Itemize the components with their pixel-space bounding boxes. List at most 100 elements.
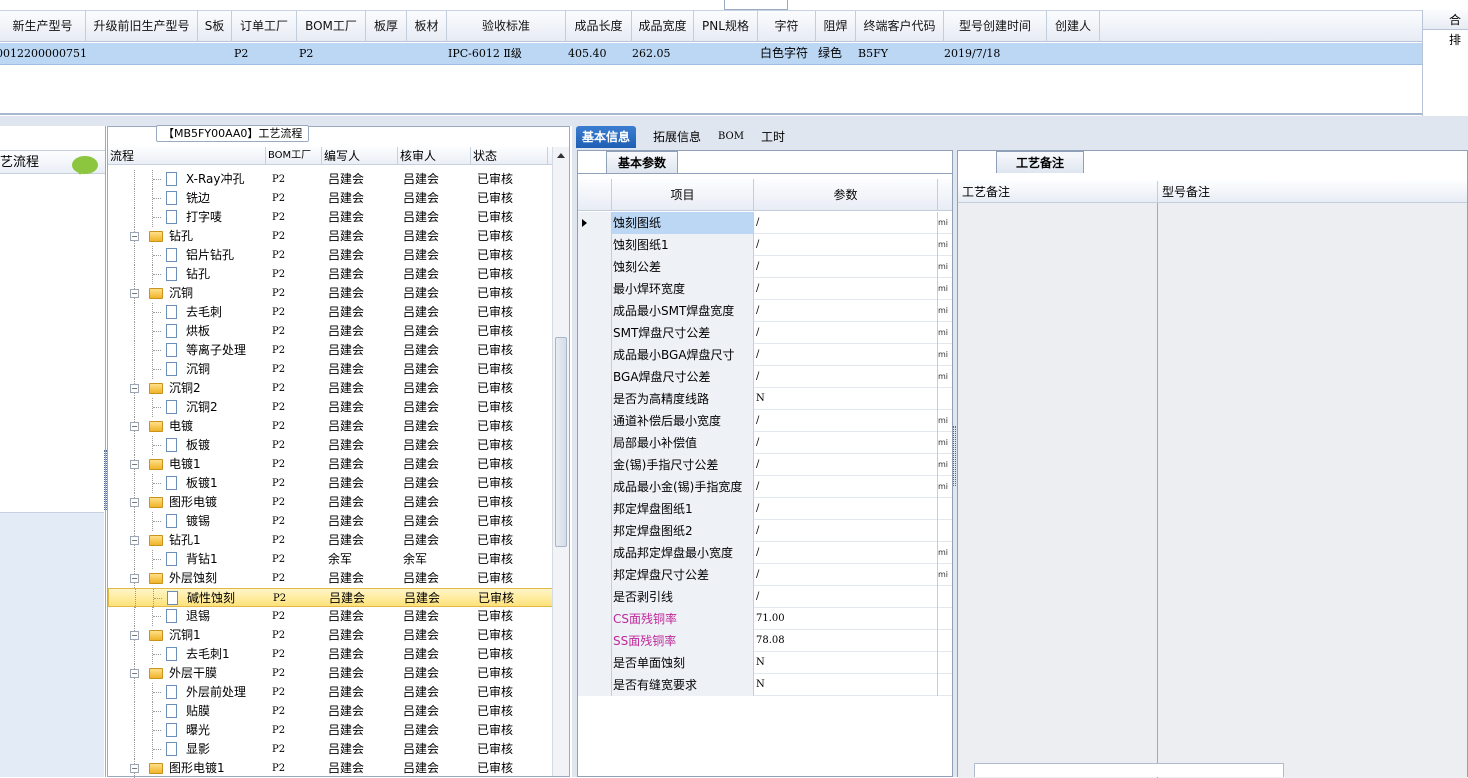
- collapse-icon[interactable]: −: [130, 631, 139, 640]
- row-indicator[interactable]: [578, 652, 612, 674]
- tree-row[interactable]: − 外层干膜 P2 吕建会 吕建会 已审核: [108, 664, 553, 683]
- model-notes-field[interactable]: [1158, 203, 1467, 778]
- tree-row[interactable]: 烘板 P2 吕建会 吕建会 已审核: [108, 322, 553, 341]
- header-col[interactable]: PNL规格: [694, 11, 758, 42]
- tree-row[interactable]: 外层前处理 P2 吕建会 吕建会 已审核: [108, 683, 553, 702]
- cell-standard[interactable]: IPC-6012 Ⅱ级: [448, 43, 571, 64]
- param-value[interactable]: /: [754, 476, 938, 498]
- tree-col-header[interactable]: BOM工厂: [266, 147, 322, 165]
- row-indicator[interactable]: [578, 674, 612, 696]
- param-row[interactable]: 邦定焊盘图纸2/: [578, 520, 952, 542]
- row-indicator[interactable]: [578, 300, 612, 322]
- param-value[interactable]: /: [754, 256, 938, 278]
- tree-row[interactable]: 铣边 P2 吕建会 吕建会 已审核: [108, 189, 553, 208]
- param-value[interactable]: /: [754, 564, 938, 586]
- param-value[interactable]: /: [754, 410, 938, 432]
- param-row[interactable]: 邦定焊盘图纸1/: [578, 498, 952, 520]
- tree-col-header[interactable]: 编写人: [322, 147, 398, 165]
- tree-col-header[interactable]: 流程: [108, 147, 266, 165]
- cell-customer-code[interactable]: B5FY: [858, 43, 950, 64]
- param-value[interactable]: /: [754, 586, 938, 608]
- param-value[interactable]: /: [754, 212, 938, 234]
- cell-old-model[interactable]: [86, 43, 202, 64]
- collapse-icon[interactable]: −: [130, 232, 139, 241]
- header-col[interactable]: S板: [198, 11, 232, 42]
- header-col[interactable]: 升级前旧生产型号: [86, 11, 198, 42]
- tab-basic-params[interactable]: 基本参数: [606, 151, 678, 173]
- param-value[interactable]: /: [754, 344, 938, 366]
- row-indicator[interactable]: [578, 278, 612, 300]
- param-value[interactable]: 78.08: [754, 630, 938, 652]
- tree-scrollbar[interactable]: [552, 147, 569, 776]
- param-value[interactable]: N: [754, 674, 938, 696]
- header-col[interactable]: 终端客户代码: [856, 11, 944, 42]
- row-indicator[interactable]: [578, 520, 612, 542]
- collapse-icon[interactable]: −: [130, 536, 139, 545]
- tab-3[interactable]: 工时: [756, 126, 790, 148]
- top-collapse-tab[interactable]: [724, 0, 788, 10]
- param-row[interactable]: SS面残铜率 78.08: [578, 630, 952, 652]
- tree-row[interactable]: 显影 P2 吕建会 吕建会 已审核: [108, 740, 553, 759]
- tree-row[interactable]: 去毛刺 P2 吕建会 吕建会 已审核: [108, 303, 553, 322]
- tree-row[interactable]: 板镀1 P2 吕建会 吕建会 已审核: [108, 474, 553, 493]
- row-indicator[interactable]: [578, 564, 612, 586]
- collapse-icon[interactable]: −: [130, 289, 139, 298]
- header-col[interactable]: 板材: [407, 11, 447, 42]
- cell-created[interactable]: 2019/7/18: [944, 43, 1051, 64]
- param-value[interactable]: /: [754, 432, 938, 454]
- cell-creator[interactable]: [1047, 43, 1104, 64]
- cell-thickness[interactable]: [366, 43, 411, 64]
- tree-row[interactable]: 钻孔 P2 吕建会 吕建会 已审核: [108, 265, 553, 284]
- param-row[interactable]: 蚀刻图纸 / mi: [578, 212, 952, 234]
- tree-row[interactable]: 退锡 P2 吕建会 吕建会 已审核: [108, 607, 553, 626]
- tab-2[interactable]: BOM: [716, 126, 746, 148]
- param-row[interactable]: 是否剥引线 /: [578, 586, 952, 608]
- tree-row[interactable]: 沉铜 P2 吕建会 吕建会 已审核: [108, 360, 553, 379]
- tree-row[interactable]: − 外层蚀刻 P2 吕建会 吕建会 已审核: [108, 569, 553, 588]
- scroll-up-icon[interactable]: [557, 149, 565, 158]
- tree-row[interactable]: 板镀 P2 吕建会 吕建会 已审核: [108, 436, 553, 455]
- tree-row[interactable]: X-Ray冲孔 P2 吕建会 吕建会 已审核: [108, 170, 553, 189]
- process-notes-field[interactable]: [958, 203, 1158, 778]
- param-row[interactable]: BGA焊盘尺寸公差 / mi: [578, 366, 952, 388]
- tree-col-header[interactable]: 状态: [471, 147, 548, 165]
- header-col[interactable]: BOM工厂: [297, 11, 366, 42]
- param-value[interactable]: N: [754, 652, 938, 674]
- scroll-thumb[interactable]: [555, 337, 567, 547]
- tree-row[interactable]: 去毛刺1 P2 吕建会 吕建会 已审核: [108, 645, 553, 664]
- cell-material[interactable]: [407, 43, 451, 64]
- tree-row[interactable]: − 钻孔 P2 吕建会 吕建会 已审核: [108, 227, 553, 246]
- splitter-handle[interactable]: [953, 426, 956, 486]
- cell-new-model[interactable]: 0012200000751: [0, 43, 86, 64]
- header-col[interactable]: 创建人: [1047, 11, 1100, 42]
- param-value[interactable]: /: [754, 278, 938, 300]
- row-indicator[interactable]: [578, 256, 612, 278]
- model-grid-selected-row[interactable]: 0012200000751 P2 P2 IPC-6012 Ⅱ级 405.40 262.05…: [0, 43, 1422, 65]
- collapse-icon[interactable]: −: [130, 422, 139, 431]
- row-indicator[interactable]: [578, 322, 612, 344]
- cell-order-factory[interactable]: P2: [234, 43, 303, 64]
- tree-row[interactable]: 铝片钻孔 P2 吕建会 吕建会 已审核: [108, 246, 553, 265]
- param-row[interactable]: 成品邦定焊盘最小宽度 / mi: [578, 542, 952, 564]
- tree-row[interactable]: 等离子处理 P2 吕建会 吕建会 已审核: [108, 341, 553, 360]
- tree-row[interactable]: − 钻孔1 P2 吕建会 吕建会 已审核: [108, 531, 553, 550]
- param-row[interactable]: 成品最小SMT焊盘宽度 / mi: [578, 300, 952, 322]
- param-value[interactable]: /: [754, 520, 938, 542]
- row-indicator[interactable]: [578, 212, 612, 234]
- row-indicator[interactable]: [578, 388, 612, 410]
- param-value[interactable]: /: [754, 322, 938, 344]
- param-value[interactable]: /: [754, 300, 938, 322]
- tree-row[interactable]: − 图形电镀1 P2 吕建会 吕建会 已审核: [108, 759, 553, 778]
- param-row[interactable]: 蚀刻图纸1/mi: [578, 234, 952, 256]
- comment-icon[interactable]: [72, 156, 98, 175]
- row-indicator[interactable]: [578, 608, 612, 630]
- cell-mask[interactable]: 绿色: [818, 43, 862, 64]
- param-row[interactable]: 局部最小补偿值 / mi: [578, 432, 952, 454]
- cell-width[interactable]: 262.05: [632, 43, 698, 64]
- row-indicator[interactable]: [578, 586, 612, 608]
- param-value[interactable]: /: [754, 366, 938, 388]
- tree-row[interactable]: 镀锡 P2 吕建会 吕建会 已审核: [108, 512, 553, 531]
- header-col[interactable]: 型号创建时间: [944, 11, 1047, 42]
- row-indicator[interactable]: [578, 630, 612, 652]
- header-col[interactable]: 字符: [758, 11, 816, 42]
